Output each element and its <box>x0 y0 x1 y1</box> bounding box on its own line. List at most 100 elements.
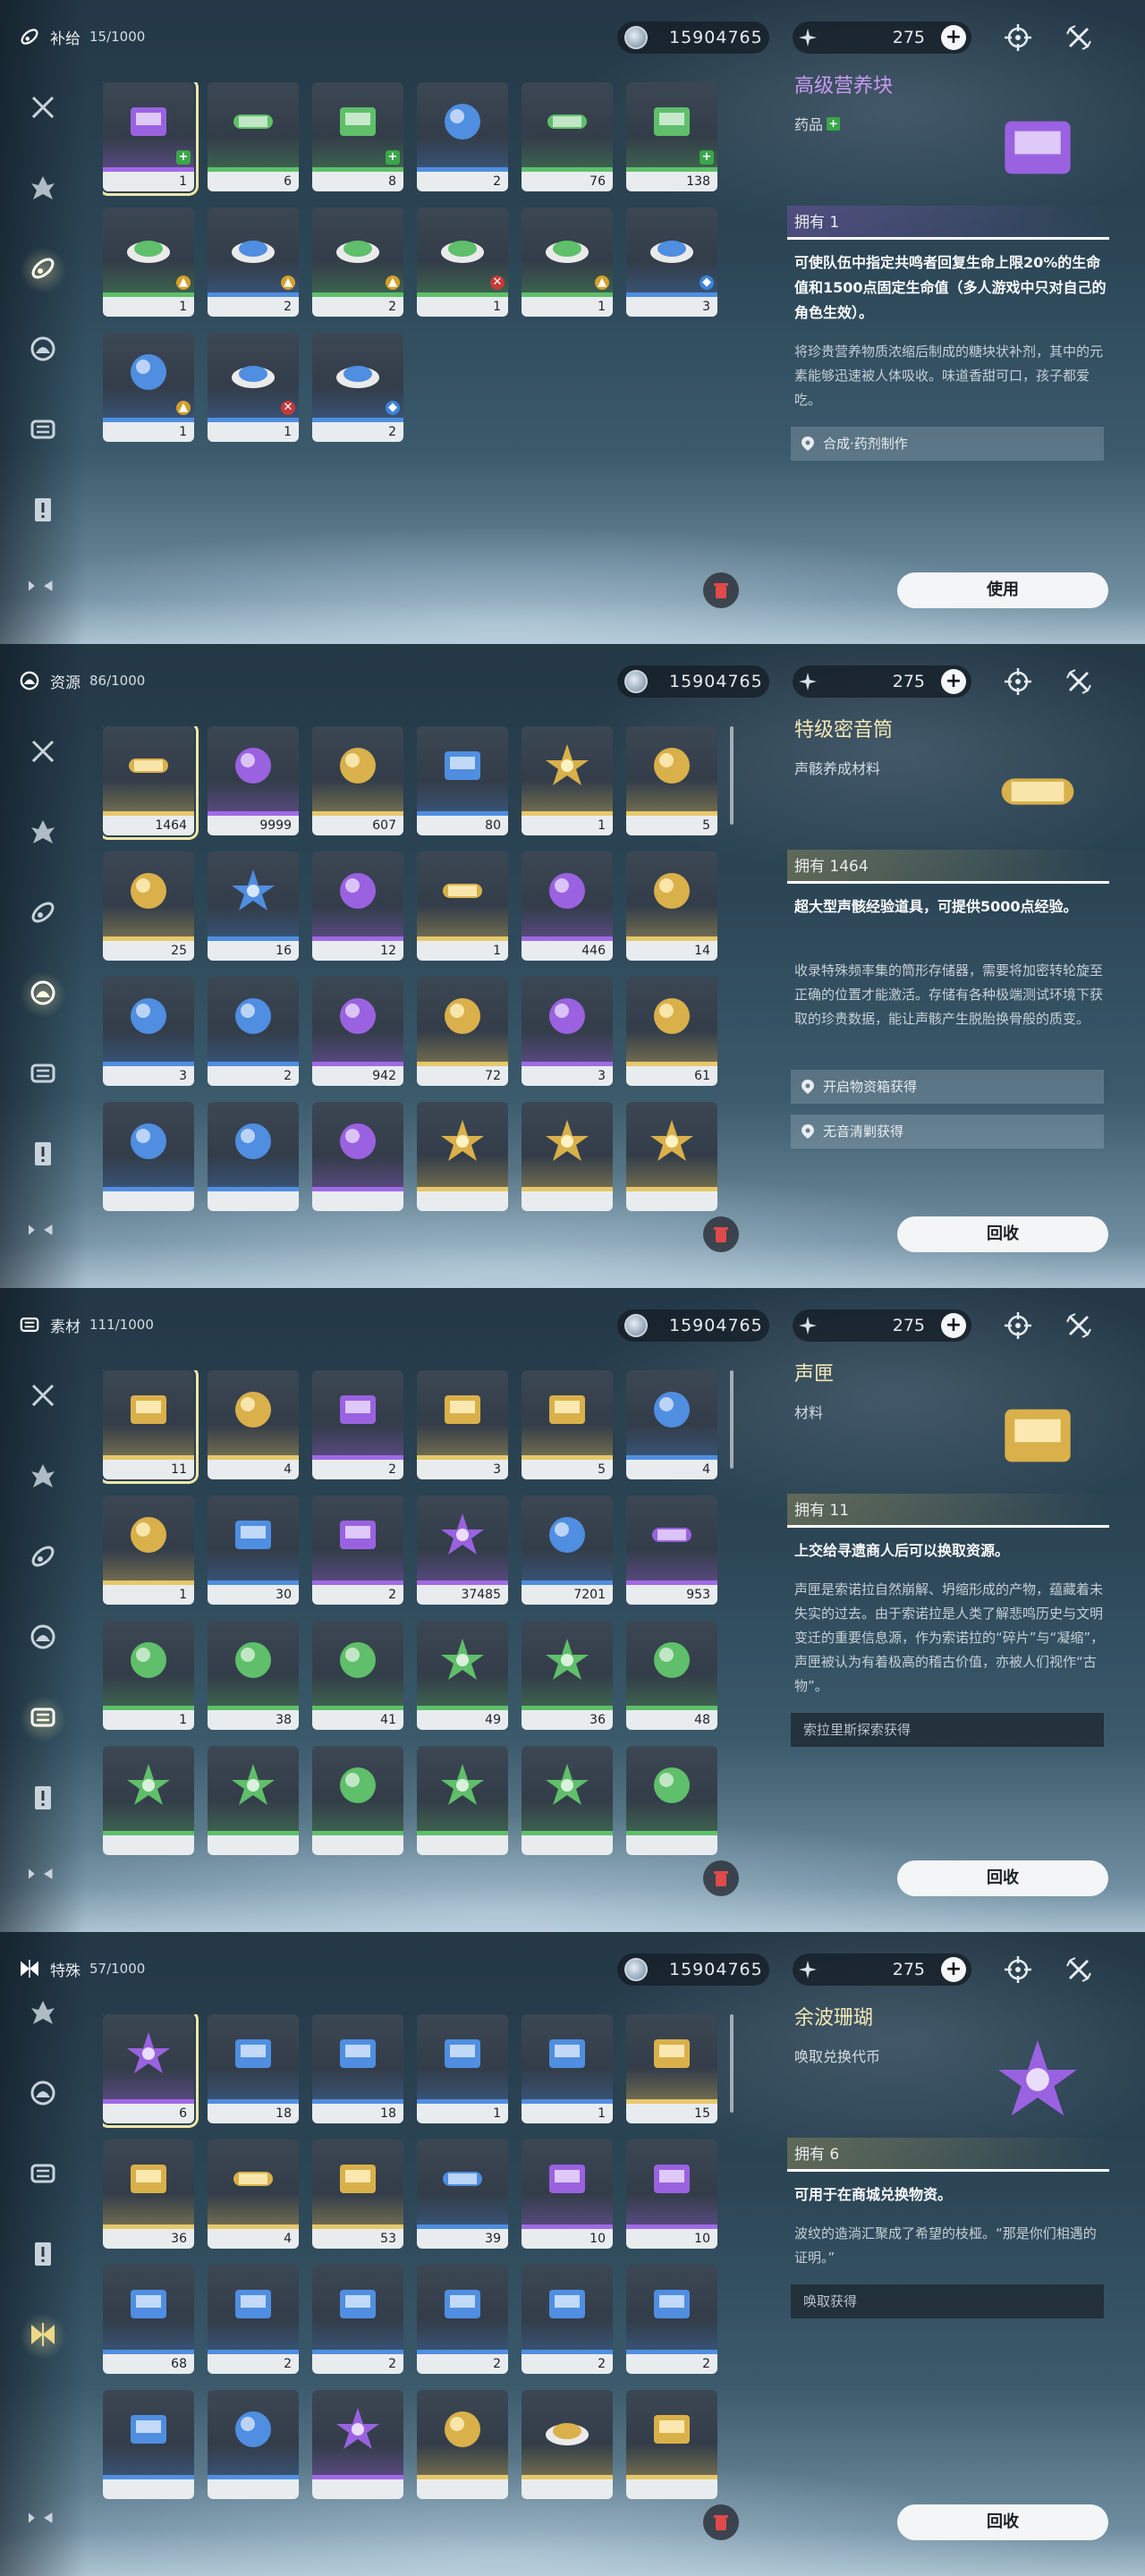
inventory-slot[interactable]: 7201 <box>522 1496 613 1605</box>
nav-material[interactable] <box>20 1696 66 1742</box>
nav-weapon[interactable] <box>23 89 63 129</box>
inventory-slot[interactable]: ▲ 2 <box>312 208 403 317</box>
nav-mission[interactable] <box>23 1780 63 1819</box>
close-button[interactable] <box>1063 1309 1095 1342</box>
inventory-slot[interactable] <box>626 1102 717 1211</box>
inventory-slot[interactable]: 15 <box>626 2014 717 2123</box>
inventory-slot[interactable]: 2 <box>312 1496 403 1605</box>
inventory-slot[interactable]: ▲ 1 <box>103 333 194 442</box>
inventory-slot[interactable] <box>522 1746 613 1855</box>
inventory-slot[interactable]: 36 <box>103 2140 194 2249</box>
nav-material[interactable] <box>23 411 63 451</box>
inventory-slot[interactable]: 3 <box>103 977 194 1086</box>
inventory-slot[interactable]: 953 <box>626 1496 717 1605</box>
inventory-slot[interactable] <box>522 1102 613 1211</box>
inventory-slot[interactable]: 4 <box>208 1370 299 1479</box>
inventory-slot[interactable]: 5 <box>522 1370 613 1479</box>
add-currency-button[interactable]: + <box>941 1313 966 1338</box>
inventory-slot[interactable]: 4 <box>626 1370 717 1479</box>
target-button[interactable] <box>1002 665 1034 698</box>
nav-echo[interactable] <box>23 170 63 209</box>
nav-echo[interactable] <box>23 1995 63 2034</box>
inventory-slot[interactable] <box>522 2390 613 2499</box>
inventory-slot[interactable]: 6 <box>208 82 299 191</box>
inventory-slot[interactable]: 18 <box>208 2014 299 2123</box>
discard-button[interactable] <box>703 1216 739 1252</box>
inventory-slot[interactable]: 48 <box>626 1621 717 1730</box>
acquire-source[interactable]: 无音清剿获得 <box>791 1114 1104 1148</box>
nav-weapon[interactable] <box>23 1377 63 1417</box>
inventory-slot[interactable]: 3 <box>522 977 613 1086</box>
inventory-slot[interactable]: 41 <box>312 1621 403 1730</box>
nav-mission[interactable] <box>23 492 63 531</box>
inventory-slot[interactable]: ◆ 3 <box>626 208 717 317</box>
nav-material[interactable] <box>23 2156 63 2195</box>
collapse-arrows-icon[interactable] <box>27 1868 63 1880</box>
inventory-slot[interactable]: 2 <box>417 2265 508 2374</box>
inventory-slot[interactable]: 1464 <box>103 726 199 840</box>
inventory-slot[interactable] <box>417 2390 508 2499</box>
inventory-slot[interactable] <box>103 2390 194 2499</box>
inventory-slot[interactable]: 68 <box>103 2265 194 2374</box>
inventory-slot[interactable]: 18 <box>312 2014 403 2123</box>
nav-special[interactable] <box>20 2313 66 2360</box>
nav-echo[interactable] <box>23 1458 63 1497</box>
acquire-source[interactable]: 唤取获得 <box>791 2284 1104 2318</box>
inventory-slot[interactable] <box>103 1746 194 1855</box>
inventory-slot[interactable]: 9999 <box>208 726 299 835</box>
inventory-slot[interactable]: 6 <box>103 2014 199 2128</box>
close-button[interactable] <box>1063 21 1095 54</box>
nav-mission[interactable] <box>23 2236 63 2275</box>
inventory-slot[interactable]: 2 <box>522 2265 613 2374</box>
inventory-slot[interactable]: ✕ 1 <box>208 333 299 442</box>
inventory-slot[interactable] <box>312 1746 403 1855</box>
inventory-slot[interactable]: 61 <box>626 977 717 1086</box>
inventory-slot[interactable]: 3 <box>417 1370 508 1479</box>
acquire-source[interactable]: 索拉里斯探索获得 <box>791 1713 1104 1747</box>
inventory-slot[interactable]: 2 <box>312 1370 403 1479</box>
target-button[interactable] <box>1002 1953 1034 1986</box>
inventory-slot[interactable]: 38 <box>208 1621 299 1730</box>
inventory-slot[interactable]: 72 <box>417 977 508 1086</box>
inventory-slot[interactable]: ▲ 1 <box>522 208 613 317</box>
inventory-slot[interactable] <box>417 1102 508 1211</box>
target-button[interactable] <box>1002 1309 1034 1342</box>
collapse-arrows-icon[interactable] <box>27 2512 63 2524</box>
inventory-slot[interactable] <box>312 1102 403 1211</box>
acquire-source[interactable]: 开启物资箱获得 <box>791 1070 1104 1104</box>
grid-scrollbar[interactable] <box>730 726 734 825</box>
inventory-slot[interactable] <box>208 1102 299 1211</box>
inventory-slot[interactable]: 12 <box>312 852 403 961</box>
close-button[interactable] <box>1063 1953 1095 1986</box>
recycle-button[interactable]: 回收 <box>897 1860 1108 1896</box>
inventory-slot[interactable]: 5 <box>626 726 717 835</box>
inventory-slot[interactable]: 53 <box>312 2140 403 2249</box>
inventory-slot[interactable]: 30 <box>208 1496 299 1605</box>
inventory-slot[interactable]: 1 <box>522 2014 613 2123</box>
nav-supply[interactable] <box>23 894 63 934</box>
inventory-slot[interactable]: 76 <box>522 82 613 191</box>
nav-resource[interactable] <box>23 331 63 370</box>
inventory-slot[interactable]: 10 <box>522 2140 613 2249</box>
inventory-slot[interactable]: 1 <box>417 2014 508 2123</box>
inventory-slot[interactable]: 607 <box>312 726 403 835</box>
inventory-slot[interactable]: 1 <box>103 1621 194 1730</box>
use-button[interactable]: 使用 <box>897 572 1108 608</box>
inventory-slot[interactable]: 1 <box>522 726 613 835</box>
inventory-slot[interactable]: +138 <box>626 82 717 191</box>
inventory-slot[interactable] <box>626 2390 717 2499</box>
inventory-slot[interactable]: 942 <box>312 977 403 1086</box>
recycle-button[interactable]: 回收 <box>897 1216 1108 1252</box>
close-button[interactable] <box>1063 665 1095 698</box>
inventory-slot[interactable]: 49 <box>417 1621 508 1730</box>
nav-echo[interactable] <box>23 814 63 853</box>
inventory-slot[interactable] <box>103 1102 194 1211</box>
inventory-slot[interactable]: 10 <box>626 2140 717 2249</box>
nav-mission[interactable] <box>23 1136 63 1175</box>
inventory-slot[interactable]: 37485 <box>417 1496 508 1605</box>
inventory-slot[interactable]: 14 <box>626 852 717 961</box>
collapse-arrows-icon[interactable] <box>27 1224 63 1236</box>
inventory-slot[interactable]: 16 <box>208 852 299 961</box>
nav-resource[interactable] <box>20 971 66 1018</box>
discard-button[interactable] <box>703 572 739 608</box>
